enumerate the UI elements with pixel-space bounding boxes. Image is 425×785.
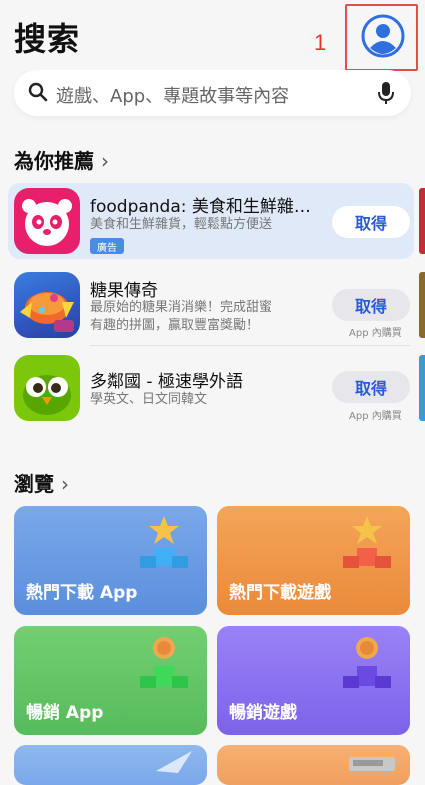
star-icon xyxy=(343,516,391,568)
candy-crush-icon[interactable] xyxy=(14,272,80,338)
tile-top-games[interactable]: 熱門下載遊戲 xyxy=(217,506,410,615)
next-card-peek xyxy=(419,355,425,421)
foodpanda-icon[interactable] xyxy=(14,188,80,254)
app-name[interactable]: foodpanda: 美食和生鮮雜… xyxy=(90,192,311,217)
tile-label: 暢銷 App xyxy=(26,703,104,723)
tile-label: 熱門下載 App xyxy=(26,583,138,603)
search-bar[interactable]: 遊戲、App、專題故事等內容 xyxy=(14,70,411,116)
coin-icon xyxy=(343,637,391,688)
paper-plane-icon xyxy=(156,751,192,773)
app-name[interactable]: 多鄰國 - 極速學外語 xyxy=(90,367,243,392)
in-app-purchase-label: App 內購買 xyxy=(349,328,402,339)
annotation-number: 1 xyxy=(314,30,327,55)
avatar-icon[interactable] xyxy=(361,14,405,58)
tile-partial-left[interactable] xyxy=(14,745,207,785)
tile-bestselling-games[interactable]: 暢銷遊戲 xyxy=(217,626,410,735)
mic-icon[interactable] xyxy=(377,81,395,105)
app-desc: 美食和生鮮雜貨，輕鬆點方便送 xyxy=(90,217,273,232)
app-desc: 學英文、日文同韓文 xyxy=(90,392,208,407)
app-desc-line1: 最原始的糖果消消樂！完成甜蜜 xyxy=(90,300,273,315)
browse-title: 瀏覽 xyxy=(14,472,54,496)
page-title: 搜索 xyxy=(14,20,81,58)
in-app-purchase-label: App 內購買 xyxy=(349,411,402,422)
recommend-title: 為你推薦 xyxy=(14,149,94,173)
ad-badge: 廣告 xyxy=(90,238,124,254)
search-input[interactable]: 遊戲、App、專題故事等內容 xyxy=(56,82,289,108)
search-icon xyxy=(28,82,48,102)
tile-top-apps[interactable]: 熱門下載 App xyxy=(14,506,207,615)
tile-label: 暢銷遊戲 xyxy=(229,703,297,723)
star-icon xyxy=(140,516,188,568)
chevron-right-icon: › xyxy=(100,149,109,173)
duolingo-icon[interactable] xyxy=(14,355,80,421)
coin-icon xyxy=(140,637,188,688)
get-button[interactable]: 取得 xyxy=(332,289,410,321)
get-button[interactable]: 取得 xyxy=(332,371,410,403)
tile-partial-right[interactable] xyxy=(217,745,410,785)
browse-heading[interactable]: 瀏覽 › xyxy=(14,468,69,497)
ticket-icon xyxy=(349,757,395,771)
tile-bestselling-apps[interactable]: 暢銷 App xyxy=(14,626,207,735)
app-name[interactable]: 糖果傳奇 xyxy=(90,276,158,301)
recommend-heading[interactable]: 為你推薦 › xyxy=(14,145,109,174)
app-desc-line2: 有趣的拼圖，贏取豐富獎勵！ xyxy=(90,318,260,333)
divider xyxy=(90,345,410,346)
get-button[interactable]: 取得 xyxy=(332,206,410,238)
next-card-peek xyxy=(419,272,425,338)
chevron-right-icon: › xyxy=(60,472,69,496)
next-card-peek xyxy=(419,188,425,254)
tile-label: 熱門下載遊戲 xyxy=(229,583,331,603)
